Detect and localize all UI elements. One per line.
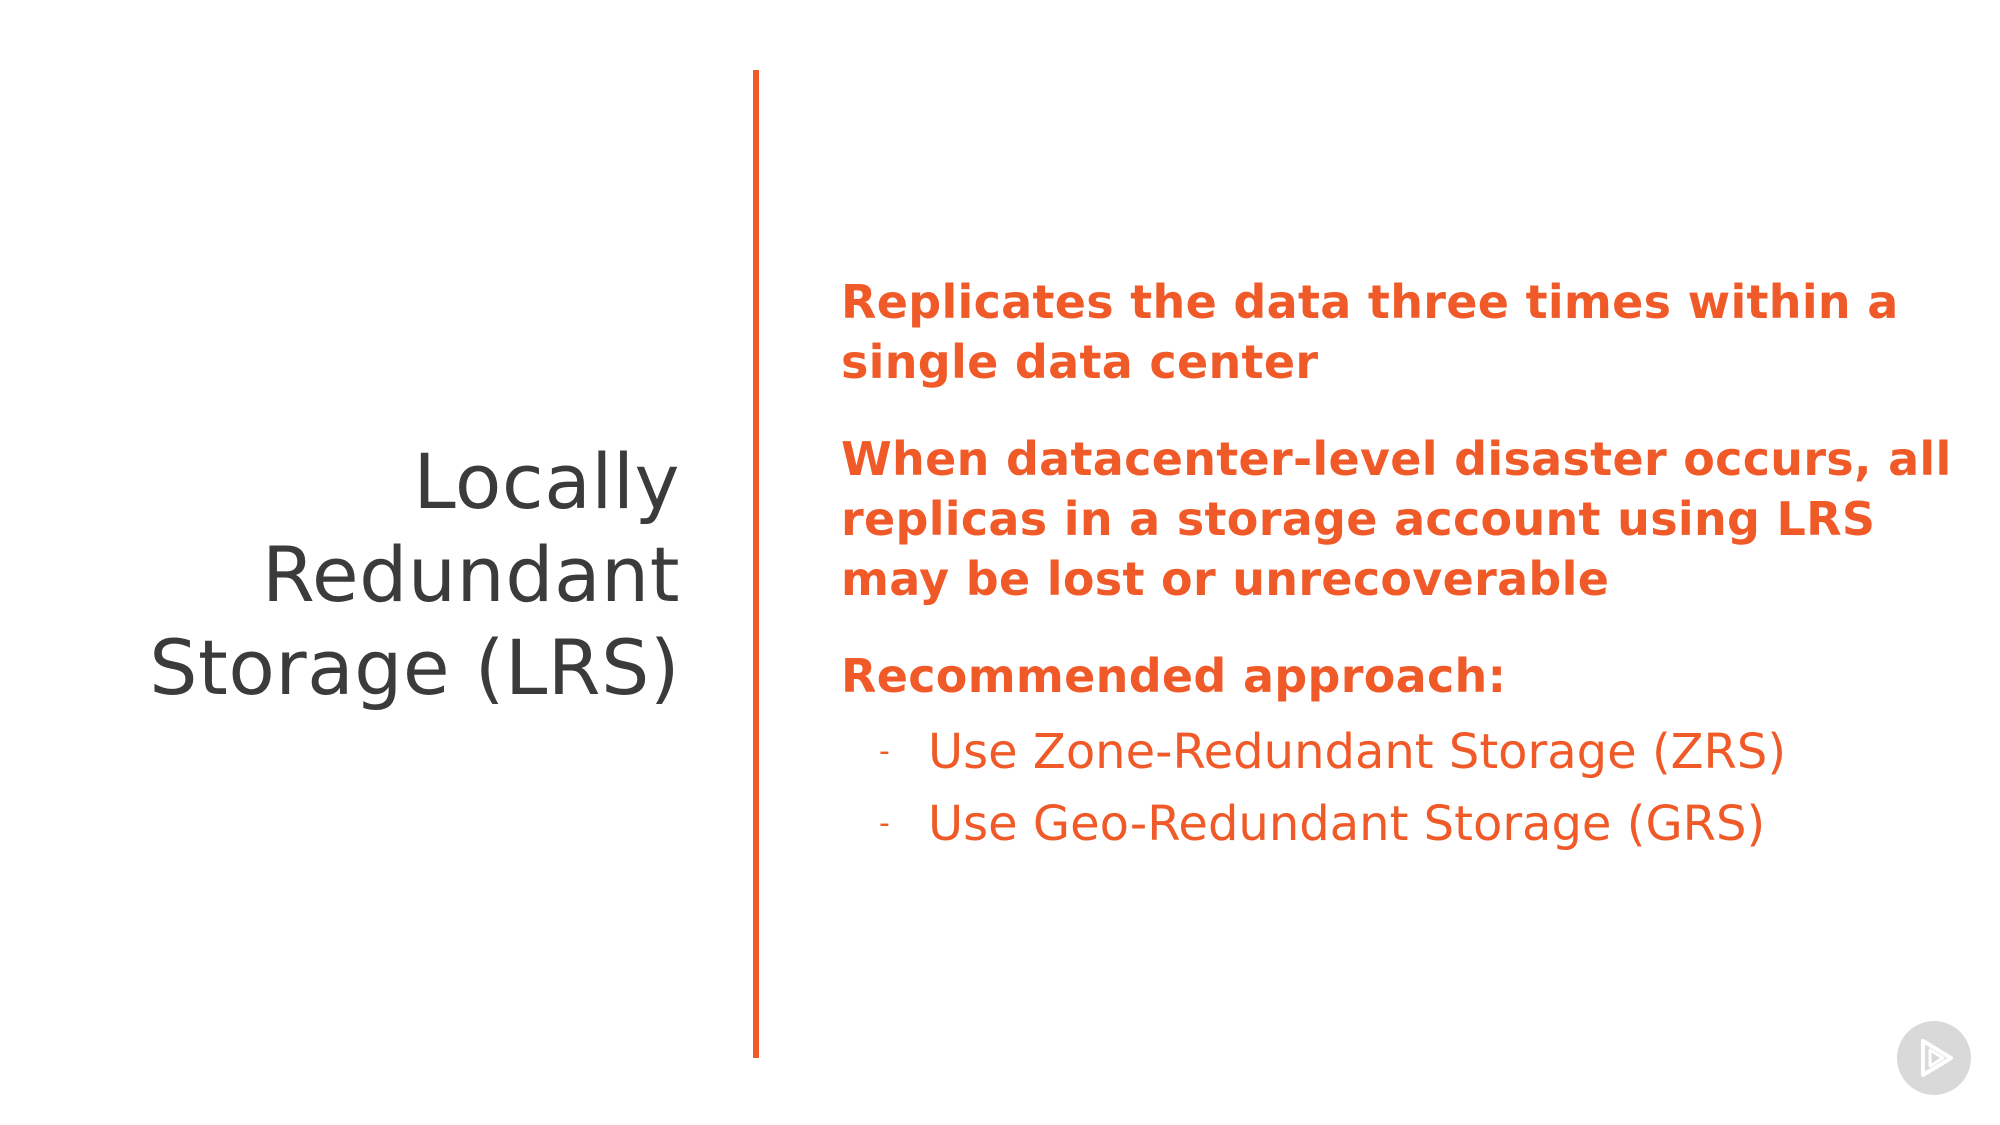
- list-item-label: Use Geo-Redundant Storage (GRS): [928, 796, 1766, 852]
- dash-bullet: -: [879, 734, 890, 769]
- dash-bullet: -: [879, 806, 890, 841]
- point-replicates: Replicates the data three times within a…: [841, 275, 1899, 389]
- list-item-label: Use Zone-Redundant Storage (ZRS): [928, 724, 1787, 780]
- title-line-3: Storage (LRS): [149, 623, 680, 712]
- slide-title: Locally Redundant Storage (LRS): [120, 435, 680, 714]
- list-item-zrs: - Use Zone-Redundant Storage (ZRS): [841, 716, 1961, 788]
- point-disaster: When datacenter-level disaster occurs, a…: [841, 432, 1952, 606]
- slide: Locally Redundant Storage (LRS) Replicat…: [0, 0, 2000, 1125]
- vertical-divider: [753, 70, 759, 1058]
- recommended-heading: Recommended approach:: [841, 649, 1507, 703]
- title-line-2: Redundant: [261, 530, 680, 619]
- list-item-grs: - Use Geo-Redundant Storage (GRS): [841, 788, 1961, 860]
- content-panel: Replicates the data three times within a…: [841, 272, 1961, 860]
- title-line-1: Locally: [413, 437, 680, 526]
- play-logo-icon: [1897, 1021, 1971, 1095]
- recommended-list: - Use Zone-Redundant Storage (ZRS) - Use…: [841, 716, 1961, 860]
